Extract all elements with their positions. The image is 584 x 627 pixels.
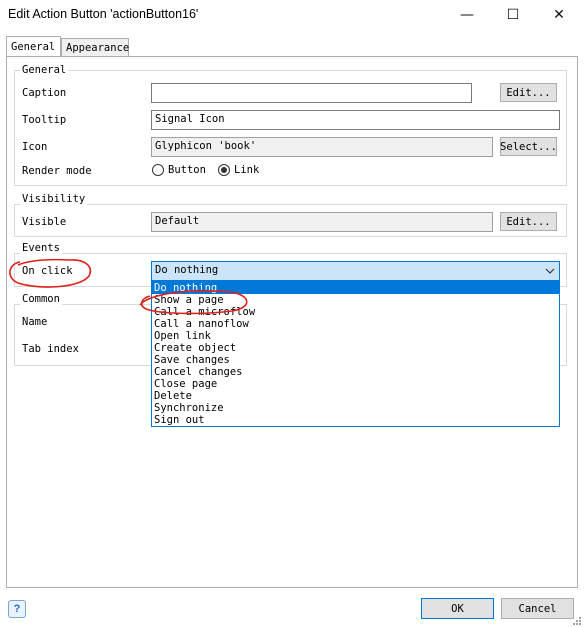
cancel-button[interactable]: Cancel: [501, 598, 574, 619]
ok-button[interactable]: OK: [421, 598, 494, 619]
resize-grip-icon[interactable]: [570, 614, 582, 626]
annotation-overlay: [9, 258, 248, 315]
help-icon[interactable]: ?: [8, 600, 26, 618]
show-a-page-annotation-circle: [139, 289, 248, 315]
on-click-annotation-circle: [9, 258, 91, 288]
